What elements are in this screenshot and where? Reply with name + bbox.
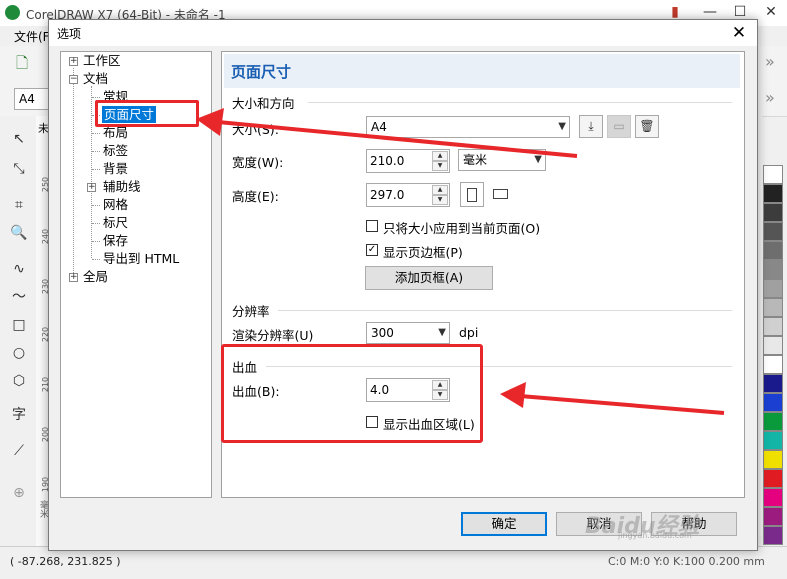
arrow-to-bleed — [500, 382, 725, 415]
annotation-arrows — [196, 108, 725, 415]
arrow-to-page-size — [196, 108, 578, 158]
baidu-watermark-url: jingyan.baidu.com — [618, 531, 692, 540]
